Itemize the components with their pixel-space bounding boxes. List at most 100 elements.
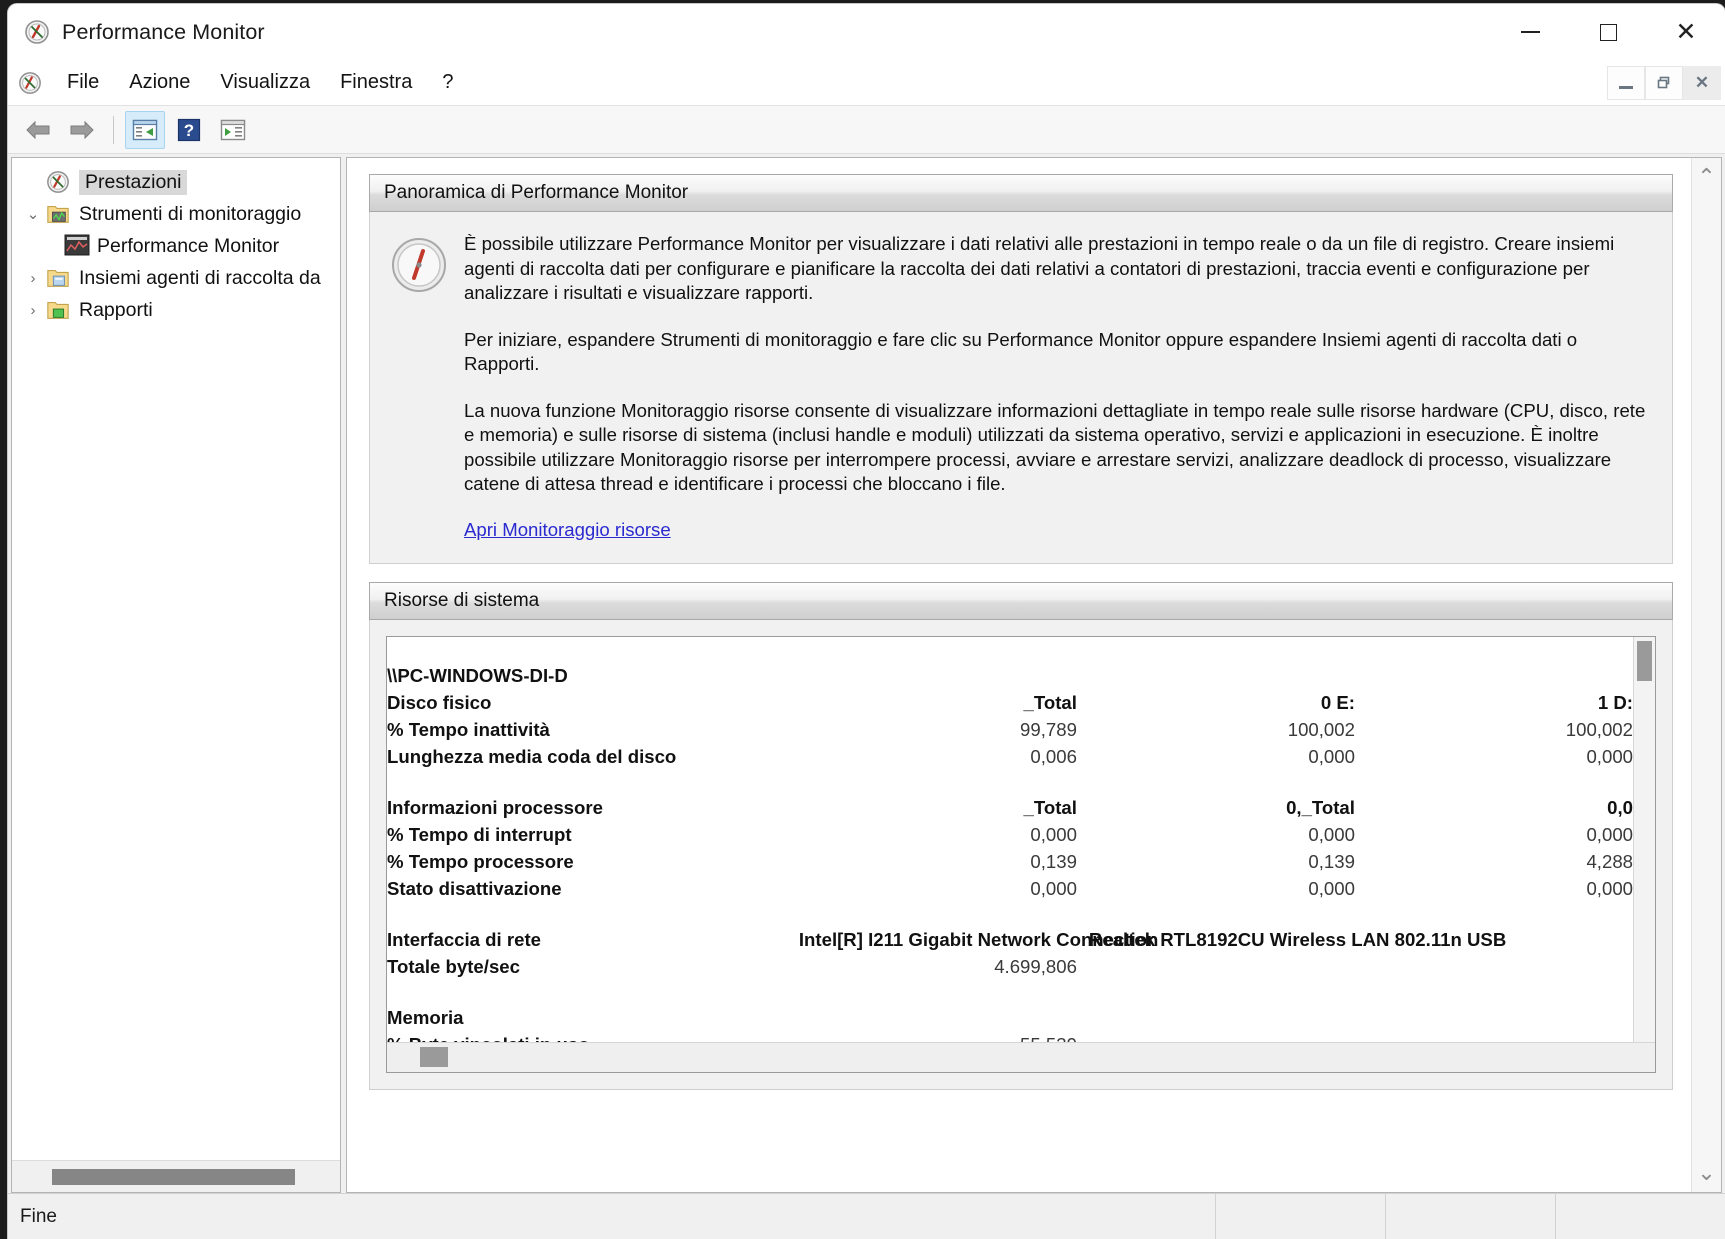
- group-name: Disco fisico: [387, 690, 799, 717]
- system-resources-frame: \\PC-WINDOWS-DI-D Disco fisico _Total 0 …: [386, 636, 1656, 1073]
- resources-vertical-scrollbar[interactable]: [1633, 637, 1655, 1072]
- mdi-close-button[interactable]: ✕: [1683, 66, 1721, 100]
- tree-horizontal-scrollbar[interactable]: [12, 1160, 340, 1192]
- overview-section-title: Panoramica di Performance Monitor: [384, 182, 688, 204]
- counter-label: Lunghezza media coda del disco: [387, 744, 799, 771]
- counter-label: % Tempo inattività: [387, 717, 799, 744]
- mdi-close-icon: ✕: [1695, 73, 1709, 93]
- instance-header: 0,0: [1355, 795, 1633, 822]
- chevron-down-icon[interactable]: ⌄: [20, 205, 46, 223]
- chevron-down-icon[interactable]: ⌄: [1697, 1160, 1715, 1186]
- maximize-icon: [1600, 24, 1617, 41]
- overview-section-body: È possibile utilizzare Performance Monit…: [369, 212, 1673, 564]
- tree-item-label: Prestazioni: [79, 170, 187, 195]
- system-resources-section-title: Risorse di sistema: [384, 590, 539, 612]
- folder-monitor-icon: [46, 202, 70, 226]
- status-message: Fine: [8, 1206, 1215, 1228]
- counter-label: Totale byte/sec: [387, 954, 799, 981]
- counter-value: 0,000: [1355, 876, 1633, 903]
- overview-section-header: Panoramica di Performance Monitor: [369, 174, 1673, 212]
- instance-header: _Total: [799, 795, 1077, 822]
- chevron-right-icon[interactable]: ›: [20, 270, 46, 287]
- table-row-group-header: Interfaccia di rete Intel[R] I211 Gigabi…: [387, 927, 1633, 954]
- properties-button[interactable]: [213, 111, 253, 149]
- table-row: % Tempo inattività 99,789 100,002 100,00…: [387, 717, 1633, 744]
- counter-value: 100,002: [1077, 717, 1355, 744]
- counter-value: 0,000: [1077, 744, 1355, 771]
- system-resources-section-body: \\PC-WINDOWS-DI-D Disco fisico _Total 0 …: [369, 620, 1673, 1090]
- question-mark-icon: ?: [177, 118, 201, 142]
- instance-header: 1 D:: [1355, 690, 1633, 717]
- results-scroll-content: Panoramica di Performance Monitor: [347, 158, 1691, 1192]
- counter-value: 0,000: [799, 876, 1077, 903]
- group-name: Informazioni processore: [387, 795, 799, 822]
- overview-text-block: È possibile utilizzare Performance Monit…: [464, 232, 1652, 541]
- menu-finestra[interactable]: Finestra: [325, 67, 427, 98]
- chevron-up-icon[interactable]: ⌃: [1697, 164, 1715, 190]
- mdi-minimize-button[interactable]: [1607, 66, 1645, 100]
- overview-paragraph-1: È possibile utilizzare Performance Monit…: [464, 232, 1652, 306]
- counter-value: 0,006: [799, 744, 1077, 771]
- status-cell-3: [1555, 1194, 1725, 1239]
- title-bar: Performance Monitor ✕: [8, 4, 1725, 60]
- group-name: Interfaccia di rete: [387, 927, 799, 954]
- system-resources-table: \\PC-WINDOWS-DI-D Disco fisico _Total 0 …: [387, 663, 1633, 1072]
- minimize-button[interactable]: [1491, 4, 1569, 60]
- tree-item-prestazioni[interactable]: Prestazioni: [12, 166, 340, 198]
- properties-icon: [220, 119, 246, 141]
- back-button[interactable]: [18, 111, 58, 149]
- chevron-right-icon[interactable]: ›: [20, 302, 46, 319]
- computer-name: \\PC-WINDOWS-DI-D: [387, 663, 799, 690]
- help-button[interactable]: ?: [169, 111, 209, 149]
- mdi-restore-button[interactable]: [1645, 66, 1683, 100]
- tree-item-insiemi-agenti-di-raccolta-dati[interactable]: › Insiemi agenti di raccolta da: [12, 262, 340, 294]
- resources-horizontal-scrollbar[interactable]: [387, 1042, 1655, 1072]
- status-cell-1: [1215, 1194, 1385, 1239]
- tree-item-strumenti-di-monitoraggio[interactable]: ⌄ Strumenti di monitoraggio: [12, 198, 340, 230]
- table-row: Lunghezza media coda del disco 0,006 0,0…: [387, 744, 1633, 771]
- overview-paragraph-3: La nuova funzione Monitoraggio risorse c…: [464, 399, 1652, 497]
- menu-azione[interactable]: Azione: [114, 67, 205, 98]
- toolbar: ?: [8, 106, 1725, 154]
- mdi-restore-icon: [1656, 75, 1672, 91]
- overview-section: Panoramica di Performance Monitor: [369, 174, 1673, 564]
- forward-button[interactable]: [62, 111, 102, 149]
- instance-header: Realtek RTL8192CU Wireless LAN 802.11n U…: [1077, 927, 1355, 954]
- menu-visualizza[interactable]: Visualizza: [205, 67, 325, 98]
- counter-value: [1077, 954, 1355, 981]
- svg-text:?: ?: [184, 121, 194, 140]
- menu-bar: File Azione Visualizza Finestra ? ✕: [8, 60, 1725, 106]
- scrollbar-thumb[interactable]: [1637, 641, 1652, 681]
- menu-help[interactable]: ?: [427, 67, 468, 98]
- system-resources-section-header: Risorse di sistema: [369, 582, 1673, 620]
- tree-item-rapporti[interactable]: › Rapporti: [12, 294, 340, 326]
- folder-report-icon: [46, 298, 70, 322]
- console-tree-pane: Prestazioni ⌄ Strumenti di monitoraggio: [11, 157, 341, 1193]
- status-cell-2: [1385, 1194, 1555, 1239]
- table-row-group-header: Informazioni processore _Total 0,_Total …: [387, 795, 1633, 822]
- tree-item-performance-monitor[interactable]: Performance Monitor: [12, 230, 340, 262]
- window-title: Performance Monitor: [62, 20, 265, 45]
- open-resource-monitor-link[interactable]: Apri Monitoraggio risorse: [464, 519, 671, 541]
- performance-monitor-window: Performance Monitor ✕ File Azione Visual…: [8, 4, 1725, 1239]
- menu-file[interactable]: File: [52, 67, 114, 98]
- group-name: Memoria: [387, 1005, 799, 1032]
- table-row: Totale byte/sec 4.699,806: [387, 954, 1633, 981]
- table-spacer: [387, 771, 1633, 795]
- instance-header: [1355, 1005, 1633, 1032]
- folder-data-icon: [46, 266, 70, 290]
- close-button[interactable]: ✕: [1647, 4, 1725, 60]
- instance-header: Intel[R] I211 Gigabit Network Connection: [799, 927, 1077, 954]
- show-hide-console-tree-button[interactable]: [125, 111, 165, 149]
- maximize-button[interactable]: [1569, 4, 1647, 60]
- table-row-group-header: Memoria: [387, 1005, 1633, 1032]
- performance-monitor-icon: [24, 19, 50, 45]
- mdi-minimize-icon: [1619, 86, 1633, 89]
- results-vertical-scrollbar[interactable]: ⌃ ⌄: [1691, 158, 1721, 1192]
- instance-header: [1077, 1005, 1355, 1032]
- counter-value: 99,789: [799, 717, 1077, 744]
- results-pane: Panoramica di Performance Monitor: [346, 157, 1722, 1193]
- scrollbar-thumb[interactable]: [52, 1169, 295, 1185]
- arrow-left-icon: [24, 119, 52, 141]
- scrollbar-thumb[interactable]: [420, 1047, 448, 1067]
